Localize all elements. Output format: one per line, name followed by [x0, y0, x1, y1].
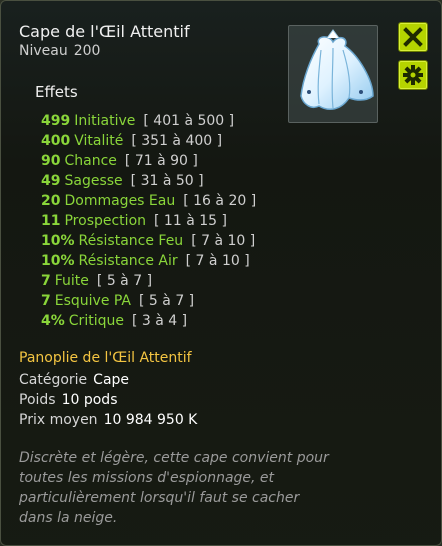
effect-value: 11 [41, 213, 61, 229]
effect-row: 11 Prospection [ 11 à 15 ] [41, 211, 256, 231]
effect-name: Chance [64, 153, 117, 169]
close-button[interactable] [398, 22, 428, 52]
set-link[interactable]: Panoplie de l'Œil Attentif [19, 350, 192, 366]
effect-name: Sagesse [64, 173, 123, 189]
price-label: Prix moyen [19, 412, 98, 428]
effect-row: 10% Résistance Feu [ 7 à 10 ] [41, 231, 256, 251]
price-value: 10 984 950 K [103, 412, 198, 428]
item-properties: Catégorie Cape Poids 10 pods Prix moyen 10 … [19, 370, 197, 430]
effect-value: 499 [41, 113, 71, 129]
effect-value: 20 [41, 193, 61, 209]
close-icon [403, 27, 423, 47]
effect-value: 7 [41, 293, 51, 309]
effect-row: 10% Résistance Air [ 7 à 10 ] [41, 251, 256, 271]
effect-value: 90 [41, 153, 61, 169]
gear-icon [403, 65, 423, 85]
effect-range: [ 71 à 90 ] [124, 153, 198, 169]
effect-range: [ 3 à 4 ] [131, 313, 188, 329]
effect-name: Esquive PA [54, 293, 132, 309]
category-label: Catégorie [19, 372, 88, 388]
effect-row: 7 Fuite [ 5 à 7 ] [41, 271, 256, 291]
price-row: Prix moyen 10 984 950 K [19, 410, 197, 430]
effect-row: 7 Esquive PA [ 5 à 7 ] [41, 291, 256, 311]
item-name: Cape de l'Œil Attentif [19, 22, 190, 41]
effect-value: 7 [41, 273, 51, 289]
effect-range: [ 31 à 50 ] [130, 173, 204, 189]
weight-row: Poids 10 pods [19, 390, 197, 410]
effect-range: [ 351 à 400 ] [131, 133, 223, 149]
effects-title: Effets [35, 83, 78, 101]
effect-value: 49 [41, 173, 61, 189]
settings-button[interactable] [398, 60, 428, 90]
level-label: Niveau [19, 43, 68, 59]
cape-icon [300, 29, 374, 111]
category-row: Catégorie Cape [19, 370, 197, 390]
effect-range: [ 5 à 7 ] [139, 293, 195, 309]
effect-range: [ 11 à 15 ] [154, 213, 227, 229]
effect-row: 90 Chance [ 71 à 90 ] [41, 151, 256, 171]
effect-value: 10% [41, 233, 75, 249]
effect-name: Critique [68, 313, 124, 329]
effect-name: Prospection [64, 213, 147, 229]
effect-row: 20 Dommages Eau [ 16 à 20 ] [41, 191, 256, 211]
category-value: Cape [93, 372, 130, 388]
effect-row: 49 Sagesse [ 31 à 50 ] [41, 171, 256, 191]
item-tooltip: Cape de l'Œil Attentif Niveau 200 Effets… [0, 0, 442, 546]
effect-range: [ 401 à 500 ] [143, 113, 235, 129]
effect-value: 10% [41, 253, 75, 269]
effect-name: Fuite [54, 273, 89, 289]
description-line: Discrète et légère, cette cape convient … [19, 450, 329, 466]
description-line: particulièrement lorsqu'il faut se cache… [19, 490, 300, 506]
effect-row: 499 Initiative [ 401 à 500 ] [41, 111, 256, 131]
effect-range: [ 5 à 7 ] [96, 273, 153, 289]
effect-name: Résistance Air [78, 253, 178, 269]
effect-name: Dommages Eau [64, 193, 176, 209]
effect-name: Initiative [74, 113, 136, 129]
effect-value: 400 [41, 133, 71, 149]
effect-range: [ 7 à 10 ] [185, 253, 250, 269]
effect-name: Vitalité [74, 133, 124, 149]
effect-row: 4% Critique [ 3 à 4 ] [41, 311, 256, 331]
description-line: dans la neige. [19, 510, 118, 526]
effect-range: [ 16 à 20 ] [183, 193, 257, 209]
item-image [288, 25, 378, 123]
item-description: Discrète et légère, cette cape convient … [19, 448, 419, 528]
item-level: Niveau 200 [19, 43, 100, 59]
effects-list: 499 Initiative[ 401 à 500 ] 400 Vitalité[ … [41, 111, 256, 331]
weight-label: Poids [19, 392, 56, 408]
description-line: toutes les missions d'espionnage, et [19, 470, 275, 486]
weight-value: 10 pods [61, 392, 118, 408]
level-value: 200 [73, 43, 101, 59]
effect-name: Résistance Feu [78, 233, 184, 249]
effect-value: 4% [41, 313, 65, 329]
effect-range: [ 7 à 10 ] [191, 233, 256, 249]
effect-row: 400 Vitalité [ 351 à 400 ] [41, 131, 256, 151]
